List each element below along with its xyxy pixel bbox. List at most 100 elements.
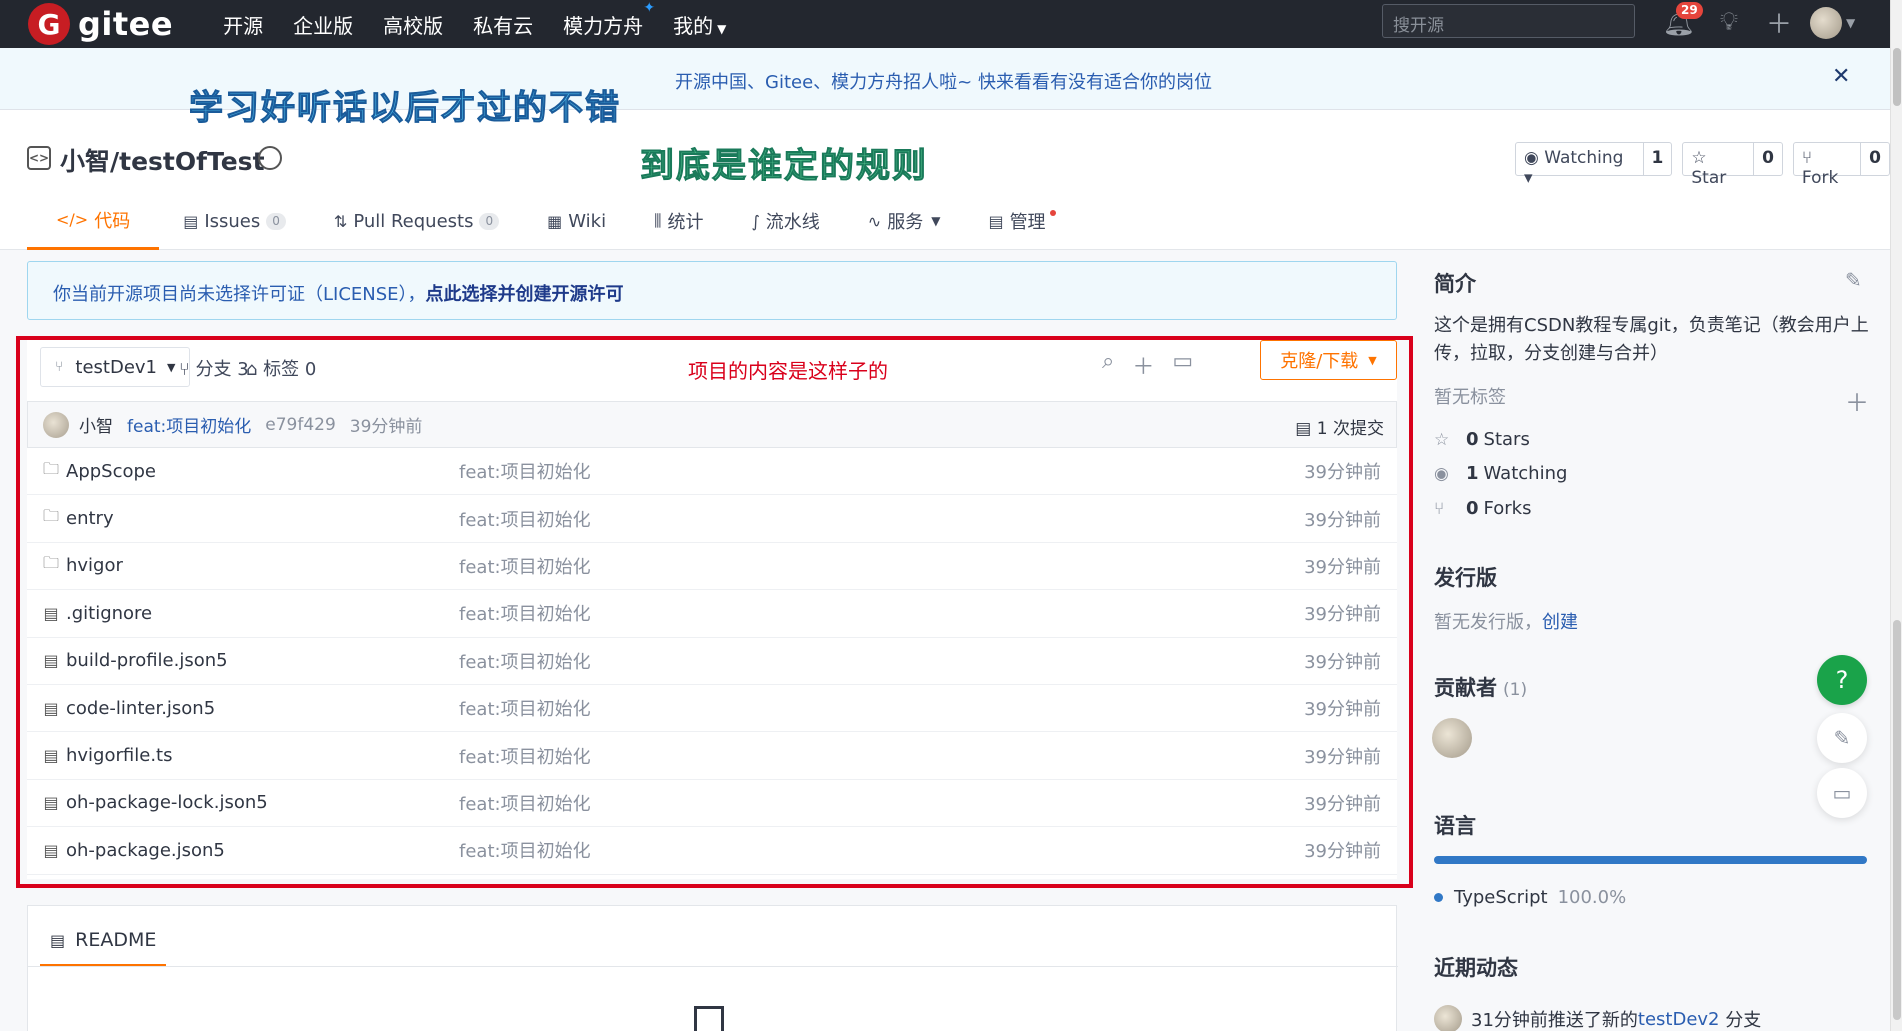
language-bar: [1434, 856, 1867, 864]
pipeline-icon: ∫: [751, 211, 760, 231]
star-button[interactable]: ☆ Star 0: [1682, 142, 1783, 188]
watch-button[interactable]: ◉ Watching ▾ 1: [1515, 142, 1673, 188]
notification-badge: 29: [1676, 1, 1703, 19]
pulse-icon: ∿: [867, 211, 882, 231]
watching-count: 1: [1466, 463, 1479, 484]
tab-issues[interactable]: ▤ Issues 0: [159, 192, 310, 250]
readme-tab[interactable]: ▤ README: [40, 916, 166, 966]
watch-label: ◉ Watching ▾: [1524, 148, 1624, 188]
language-percent: 100.0%: [1557, 887, 1627, 908]
watch-count: 1: [1642, 143, 1672, 175]
close-icon[interactable]: ✕: [1832, 64, 1850, 89]
chevron-down-icon[interactable]: ▼: [1846, 16, 1855, 30]
language-dot: [1434, 893, 1443, 902]
activity-suffix: 分支: [1725, 1010, 1762, 1031]
tab-stats-label: 统计: [667, 212, 704, 233]
stars-count: 0: [1466, 429, 1479, 450]
contributors-title: 贡献者 (1): [1434, 672, 1527, 702]
star-label: ☆ Star: [1683, 143, 1753, 188]
repo-description: 这个是拥有CSDN教程专属git，负责笔记（教会用户上传，拉取，分支创建与合并）: [1434, 315, 1869, 364]
avatar[interactable]: [1434, 1005, 1462, 1031]
page-scrollbar[interactable]: [1890, 0, 1902, 1031]
fork-count: 0: [1860, 143, 1889, 175]
issues-count: 0: [266, 212, 286, 230]
nav-education[interactable]: 高校版: [383, 10, 443, 39]
tab-code[interactable]: </> 代码: [27, 192, 160, 250]
intro-title: 简介: [1434, 272, 1476, 296]
nav-open-source[interactable]: 开源: [223, 10, 263, 39]
releases-title: 发行版: [1434, 566, 1497, 590]
forks-stat[interactable]: ⑂ 0 Forks: [1434, 498, 1531, 519]
tab-stats[interactable]: ⫼ 统计: [630, 192, 727, 250]
create-release-link[interactable]: 创建: [1542, 612, 1578, 633]
gitee-logo-mark: G: [28, 3, 70, 45]
nav-mine-dropdown[interactable]: 我的 ▼: [673, 10, 726, 39]
tab-services[interactable]: ∿ 服务 ▼: [844, 192, 965, 250]
tab-wiki[interactable]: ▦ Wiki: [523, 192, 630, 250]
lightbulb-icon[interactable]: 💡︎: [1704, 7, 1754, 38]
scrollbar-thumb[interactable]: [1893, 48, 1901, 106]
tab-pull-requests[interactable]: ⇅ Pull Requests 0: [310, 192, 523, 250]
sparkle-icon: ✦: [643, 0, 656, 16]
create-license-link[interactable]: 点此选择并创建开源许可: [426, 284, 624, 305]
nav-moli-fangzhou[interactable]: 模力方舟 ✦: [563, 0, 655, 39]
tab-manage[interactable]: ▤ 管理: [964, 192, 1069, 250]
license-notice: 你当前开源项目尚未选择许可证（LICENSE），点此选择并创建开源许可: [27, 261, 1397, 320]
stars-stat[interactable]: ☆ 0 Stars: [1434, 429, 1530, 450]
nav-enterprise[interactable]: 企业版: [293, 10, 353, 39]
gitee-logo[interactable]: G gitee: [28, 3, 173, 45]
main-nav: 开源 企业版 高校版 私有云 模力方舟 ✦ 我的 ▼: [223, 0, 756, 39]
wiki-icon: ▦: [547, 211, 563, 231]
star-icon: ☆: [1434, 429, 1450, 450]
top-icons: 🔔︎ 29 💡︎ ＋ ▼: [1654, 1, 1855, 41]
no-tags-label: 暂无标签: [1434, 387, 1506, 408]
repo-tabs: </> 代码 ▤ Issues 0 ⇅ Pull Requests 0 ▦ Wiki ⫼ 统计…: [27, 192, 1070, 250]
tab-manage-label: 管理: [1009, 212, 1046, 233]
search-input[interactable]: 搜开源: [1382, 4, 1635, 38]
plus-icon[interactable]: ＋: [1754, 4, 1804, 41]
nav-mine-label: 我的: [673, 13, 714, 38]
pull-request-icon: ⇅: [333, 211, 348, 231]
notification-bell-icon[interactable]: 🔔︎ 29: [1654, 1, 1704, 38]
readme-panel: ▤ README: [27, 905, 1398, 1031]
avatar[interactable]: [1432, 718, 1472, 758]
activity-branch-link[interactable]: testDev2: [1638, 1009, 1720, 1030]
license-message: 你当前开源项目尚未选择许可证（LICENSE），: [53, 284, 426, 305]
scrollbar-thumb[interactable]: [1893, 620, 1901, 1020]
language-name: TypeScript: [1454, 887, 1548, 908]
issues-icon: ▤: [183, 211, 199, 231]
gvp-badge-icon[interactable]: [258, 146, 282, 170]
nav-private-cloud[interactable]: 私有云: [473, 10, 533, 39]
chevron-down-icon: ▼: [931, 214, 941, 228]
activity-item: 31分钟前推送了新的 testDev2 分支: [1434, 1005, 1761, 1031]
watching-stat[interactable]: ◉ 1 Watching: [1434, 463, 1567, 484]
edit-icon[interactable]: ✎: [1845, 268, 1862, 292]
announcement-link[interactable]: 开源中国、Gitee、模力方舟招人啦~ 快来看看有没有适合你的岗位: [675, 68, 1212, 94]
chat-button[interactable]: ▭: [1817, 768, 1867, 818]
repo-actions: ◉ Watching ▾ 1 ☆ Star 0 ⑂ Fork 0: [1515, 142, 1891, 188]
manage-icon: ▤: [988, 211, 1004, 231]
watch-label-text: Watching: [1544, 148, 1624, 168]
add-tag-icon[interactable]: ＋: [1845, 383, 1869, 418]
document-icon: [694, 1006, 724, 1031]
user-avatar[interactable]: [1810, 6, 1842, 39]
tab-pipeline[interactable]: ∫ 流水线: [727, 192, 843, 250]
repo-title[interactable]: 小智/testOfTest: [60, 142, 265, 178]
star-label-text: Star: [1691, 168, 1727, 188]
code-repo-icon: <>: [27, 146, 51, 170]
bar-chart-icon: ⫼: [654, 211, 662, 230]
fork-button[interactable]: ⑂ Fork 0: [1792, 142, 1891, 188]
no-release-label: 暂无发行版，: [1434, 612, 1542, 633]
pr-count: 0: [479, 212, 500, 230]
language-item: TypeScript 100.0%: [1434, 887, 1626, 908]
tab-services-label: 服务: [887, 212, 924, 233]
license-text: 你当前开源项目尚未选择许可证（LICENSE），点此选择并创建开源许可: [53, 280, 624, 306]
gitee-logo-text: gitee: [78, 5, 174, 43]
feedback-edit-button[interactable]: ✎: [1817, 713, 1867, 763]
tab-pipeline-label: 流水线: [765, 212, 820, 233]
contributors-label: 贡献者: [1434, 676, 1497, 700]
overlay-caption-2: 到底是谁定的规则: [640, 146, 928, 187]
star-count: 0: [1753, 143, 1782, 175]
help-button[interactable]: ?: [1817, 655, 1867, 705]
fork-label-text: Fork: [1801, 168, 1839, 188]
